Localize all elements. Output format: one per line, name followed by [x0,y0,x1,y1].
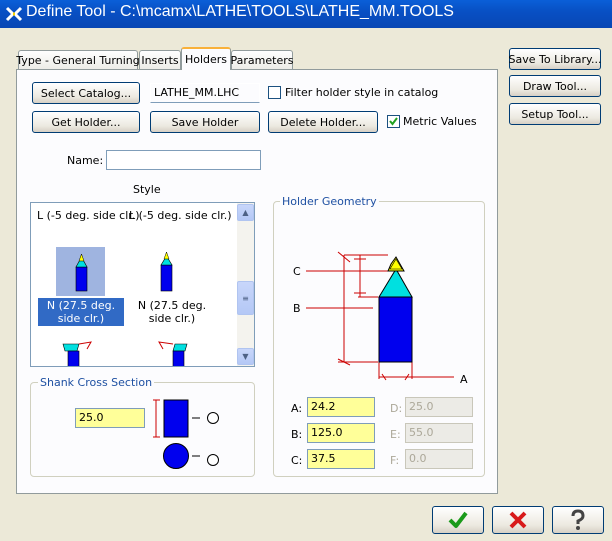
draw-tool-button[interactable]: Draw Tool... [509,75,601,97]
filter-holder-style-checkbox[interactable] [268,86,281,99]
style-item-label-selected: N (27.5 deg. side clr.) [38,298,124,326]
select-catalog-button[interactable]: Select Catalog... [32,82,140,104]
window-title: Define Tool - C:\mcamx\LATHE\TOOLS\LATHE… [26,3,454,20]
catalog-name-field: LATHE_MM.LHC [150,83,260,103]
name-label: Name: [67,154,104,167]
holder-name-input[interactable] [106,150,261,170]
tab-parameters[interactable]: Parameters [231,50,293,70]
scroll-down-icon[interactable]: ▼ [237,348,254,365]
shank-size-input[interactable]: 25.0 [75,408,145,428]
style-item-label: L (-5 deg. side clr.) [37,209,140,222]
param-f-label: F: [390,454,400,467]
shank-cross-section-title: Shank Cross Section [38,376,155,389]
param-c-input[interactable]: 37.5 [307,449,375,469]
question-icon [571,509,585,530]
holder-n-thumbnail [75,253,88,292]
style-label: Style [133,183,161,196]
shank-square-radio[interactable] [202,412,216,426]
save-to-library-button[interactable]: Save To Library... [509,48,601,70]
style-item-thumb-selected[interactable] [56,247,105,296]
holder-geometry-title: Holder Geometry [280,195,379,208]
filter-holder-style-label: Filter holder style in catalog [285,86,439,99]
x-icon [509,511,527,529]
scroll-thumb[interactable]: ≡ [237,281,254,315]
metric-values-checkbox[interactable] [387,115,400,128]
holder-geometry-diagram [306,251,454,381]
param-d-input: 25.0 [405,397,473,417]
param-f-input: 0.0 [405,449,473,469]
param-c-label: C: [291,454,303,467]
tab-label: Inserts [141,54,179,67]
shank-round-radio[interactable] [206,453,220,467]
tab-label: Parameters [230,54,294,67]
checkmark-icon [389,117,398,126]
tab-label: Type - General Turning [16,54,140,67]
metric-values-label: Metric Values [403,115,477,128]
cancel-button[interactable] [492,506,544,534]
param-d-label: D: [390,402,403,415]
style-list-scrollbar[interactable]: ▲ ≡ ▼ [237,203,254,366]
holder-thumbnail-partial [62,341,92,366]
tab-inserts[interactable]: Inserts [139,50,181,70]
tab-label: Holders [184,53,228,66]
tab-holders[interactable]: Holders [181,47,231,70]
param-b-label: B: [291,428,303,441]
param-a-input[interactable]: 24.2 [307,397,375,417]
save-holder-button[interactable]: Save Holder [150,111,260,133]
param-e-input: 55.0 [405,423,473,443]
ok-button[interactable] [432,506,484,534]
style-item-label: L (-5 deg. side clr.) [129,209,232,222]
dim-label-b: B [293,302,301,315]
delete-holder-button[interactable]: Delete Holder... [268,111,378,133]
param-a-label: A: [291,402,303,415]
setup-tool-button[interactable]: Setup Tool... [509,103,601,125]
holder-thumbnail-partial [158,341,188,366]
holder-n-thumbnail [160,251,173,292]
title-bar: Define Tool - C:\mcamx\LATHE\TOOLS\LATHE… [0,0,612,28]
scroll-up-icon[interactable]: ▲ [237,204,254,221]
tab-type-general-turning[interactable]: Type - General Turning [16,50,140,70]
holder-style-list[interactable]: L (-5 deg. side clr.) L (-5 deg. side cl… [30,202,255,367]
help-button[interactable] [552,506,604,534]
get-holder-button[interactable]: Get Holder... [32,111,140,133]
style-item-thumb[interactable] [129,247,178,296]
mastercam-app-icon [5,6,23,22]
dim-label-c: C [293,265,301,278]
param-b-input[interactable]: 125.0 [307,423,375,443]
dim-label-a: A [460,373,468,386]
style-item-label: N (27.5 deg. side clr.) [137,299,207,325]
check-icon [448,511,468,528]
param-e-label: E: [390,428,401,441]
